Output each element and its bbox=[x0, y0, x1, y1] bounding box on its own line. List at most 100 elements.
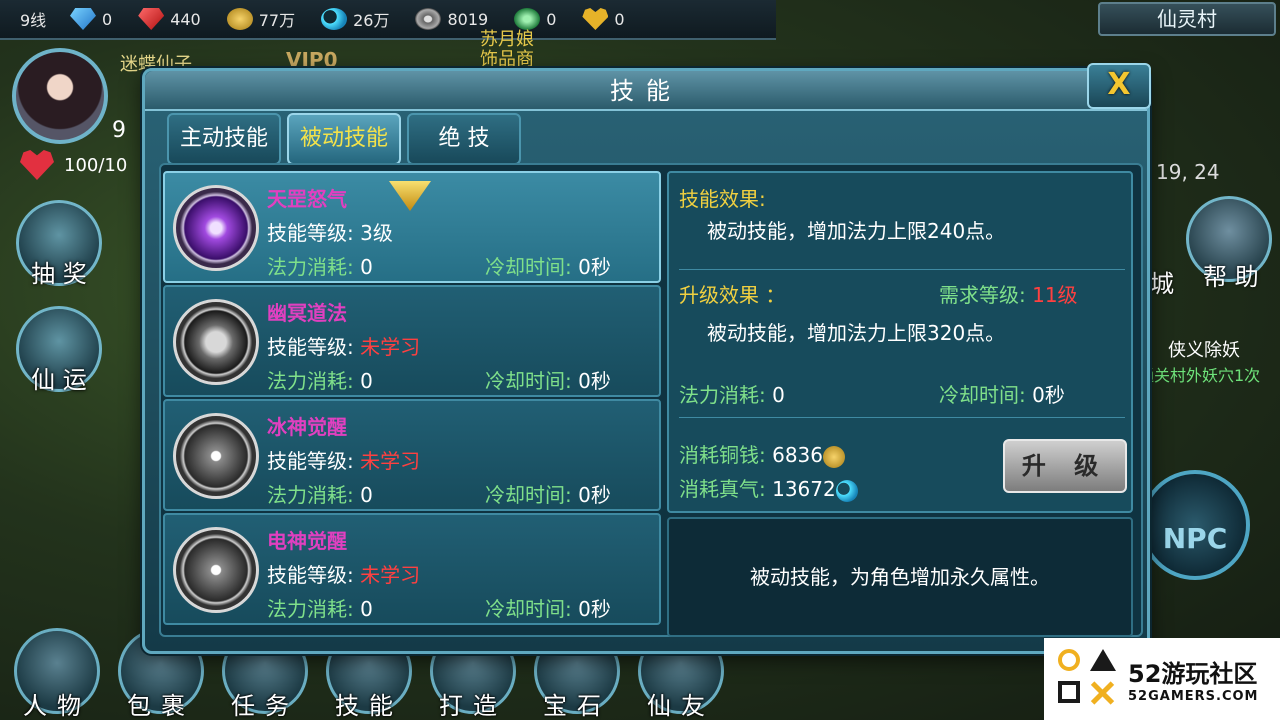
skill-item[interactable]: 冰神觉醒 技能等级: 未学习 法力消耗: 0 冷却时间: 0秒 bbox=[163, 399, 661, 511]
npc-shop-label[interactable]: 苏月娘 饰品商 bbox=[480, 30, 534, 70]
detail-cd-label: 冷却时间: bbox=[939, 383, 1026, 407]
skill-name: 冰神觉醒 bbox=[267, 415, 347, 439]
diamond-resource: 0 bbox=[70, 8, 112, 30]
upgrade-button[interactable]: 升 级 bbox=[1003, 439, 1127, 493]
qi-resource: 26万 bbox=[321, 7, 389, 31]
skill-label: 技能 bbox=[335, 692, 403, 720]
skill-level-label: 技能等级: bbox=[267, 563, 354, 587]
site-watermark: 52游玩社区 52GAMERS.COM bbox=[1044, 638, 1280, 720]
cooldown-label: 冷却时间: bbox=[485, 255, 572, 279]
player-level: 9 bbox=[112, 118, 126, 143]
gem-label: 宝石 bbox=[543, 692, 611, 720]
cooldown-label: 冷却时间: bbox=[485, 369, 572, 393]
quest-description[interactable]: 通关村外妖穴1次 bbox=[1138, 362, 1280, 386]
required-level-value: 11级 bbox=[1032, 283, 1078, 307]
city-label[interactable]: 城 bbox=[1150, 264, 1174, 299]
qi-count: 26万 bbox=[353, 11, 390, 30]
awaken-icon bbox=[173, 413, 259, 499]
awaken-icon bbox=[173, 527, 259, 613]
upgrade-effect-label: 升级效果 ： bbox=[679, 283, 786, 307]
upgrade-effect-text: 被动技能，增加法力上限320点。 bbox=[707, 321, 1006, 345]
diamond-icon bbox=[70, 8, 96, 30]
skill-item[interactable]: 电神觉醒 技能等级: 未学习 法力消耗: 0 冷却时间: 0秒 bbox=[163, 513, 661, 625]
mp-cost-label: 法力消耗: bbox=[267, 483, 354, 507]
qi-cost-label: 消耗真气: bbox=[679, 477, 766, 501]
cooldown-value: 0秒 bbox=[578, 255, 611, 279]
skill-level-row: 技能等级: 未学习 bbox=[267, 331, 420, 360]
lottery-label: 抽 奖 bbox=[31, 260, 87, 288]
hp-value: 100/10 bbox=[64, 154, 128, 176]
detail-mp-cost: 法力消耗: 0 bbox=[679, 379, 785, 408]
jade-resource: 0 bbox=[514, 8, 556, 30]
mp-cost-value: 0 bbox=[360, 369, 373, 393]
effect-label: 技能效果: bbox=[679, 187, 766, 211]
copper-cost: 消耗铜钱: 6836 bbox=[679, 439, 846, 468]
skill-level-value: 3级 bbox=[360, 221, 393, 245]
skill-level-label: 技能等级: bbox=[267, 449, 354, 473]
cooldown-value: 0秒 bbox=[578, 369, 611, 393]
heart-icon bbox=[582, 8, 609, 30]
ruby-count: 440 bbox=[170, 9, 201, 29]
qi-cost: 消耗真气: 13672 bbox=[679, 473, 858, 502]
cooldown-value: 0秒 bbox=[578, 597, 611, 621]
divider bbox=[679, 417, 1125, 418]
skill-cd-row: 冷却时间: 0秒 bbox=[485, 365, 611, 394]
resource-bar: 9线 0 440 77万 26万 8019 0 0 bbox=[0, 0, 776, 40]
hp-heart-icon bbox=[20, 150, 54, 180]
forge-label: 打造 bbox=[439, 692, 507, 720]
jade-icon bbox=[514, 8, 541, 30]
skill-dialog: 技能 X 主动技能 被动技能 绝 技 天罡怒气 技能等级: 3级 法力消耗: 0… bbox=[142, 63, 1151, 654]
tab-ultimate[interactable]: 绝 技 bbox=[407, 113, 521, 165]
effect-text: 被动技能，增加法力上限240点。 bbox=[707, 219, 1006, 243]
skill-level-value: 未学习 bbox=[360, 563, 421, 587]
quest-title[interactable]: 侠义除妖 bbox=[1168, 336, 1240, 362]
selected-badge-icon bbox=[389, 181, 431, 211]
detail-cooldown: 冷却时间: 0秒 bbox=[939, 379, 1065, 408]
skill-item[interactable]: 幽冥道法 技能等级: 未学习 法力消耗: 0 冷却时间: 0秒 bbox=[163, 285, 661, 397]
skill-cost-row: 法力消耗: 0 bbox=[267, 365, 373, 394]
mp-cost-label: 法力消耗: bbox=[267, 369, 354, 393]
tab-active-skills[interactable]: 主动技能 bbox=[167, 113, 281, 165]
copper-cost-value: 6836 bbox=[772, 443, 824, 467]
mp-cost-label: 法力消耗: bbox=[267, 255, 354, 279]
tab-passive-skills[interactable]: 被动技能 bbox=[287, 113, 401, 165]
skill-level-row: 技能等级: 未学习 bbox=[267, 559, 420, 588]
skill-item[interactable]: 天罡怒气 技能等级: 3级 法力消耗: 0 冷却时间: 0秒 bbox=[163, 171, 661, 283]
close-button[interactable]: X bbox=[1087, 63, 1151, 109]
skill-cd-row: 冷却时间: 0秒 bbox=[485, 251, 611, 280]
lottery-button[interactable]: 抽 奖 bbox=[16, 200, 102, 288]
detail-mp-label: 法力消耗: bbox=[679, 383, 766, 407]
heart-resource: 0 bbox=[582, 8, 625, 30]
mp-cost-value: 0 bbox=[360, 255, 373, 279]
skill-cost-row: 法力消耗: 0 bbox=[267, 479, 373, 508]
help-button[interactable]: 帮 助 bbox=[1186, 196, 1272, 291]
qi-cost-value: 13672 bbox=[772, 477, 836, 501]
skill-name: 电神觉醒 bbox=[267, 529, 347, 553]
heart-count: 0 bbox=[614, 9, 625, 29]
fortune-button[interactable]: 仙 运 bbox=[16, 306, 102, 394]
character-label: 人物 bbox=[23, 692, 91, 720]
divider bbox=[679, 269, 1125, 270]
quest-label: 任务 bbox=[231, 692, 299, 720]
skill-name: 幽冥道法 bbox=[267, 301, 347, 325]
npc-button[interactable]: NPC bbox=[1140, 470, 1250, 580]
hp-display: 100/10 bbox=[20, 150, 127, 180]
character-button[interactable]: 人物 bbox=[14, 628, 100, 720]
help-label: 帮 助 bbox=[1203, 263, 1259, 291]
ruby-icon bbox=[138, 8, 165, 30]
skill-cd-row: 冷却时间: 0秒 bbox=[485, 593, 611, 622]
mp-cost-label: 法力消耗: bbox=[267, 597, 354, 621]
jade-count: 0 bbox=[546, 9, 557, 29]
skill-cd-row: 冷却时间: 0秒 bbox=[485, 479, 611, 508]
ruby-resource: 440 bbox=[138, 8, 201, 30]
location-label[interactable]: 仙灵村 bbox=[1098, 2, 1276, 36]
skill-level-label: 技能等级: bbox=[267, 335, 354, 359]
coin-count: 77万 bbox=[258, 11, 296, 30]
skill-level-row: 技能等级: 3级 bbox=[267, 217, 393, 246]
skill-level-label: 技能等级: bbox=[267, 221, 354, 245]
eye-resource: 8019 bbox=[415, 8, 488, 30]
meditation-icon bbox=[173, 185, 259, 271]
player-avatar[interactable] bbox=[12, 48, 108, 144]
skill-level-value: 未学习 bbox=[360, 335, 421, 359]
watermark-url: 52GAMERS.COM bbox=[1128, 689, 1259, 704]
